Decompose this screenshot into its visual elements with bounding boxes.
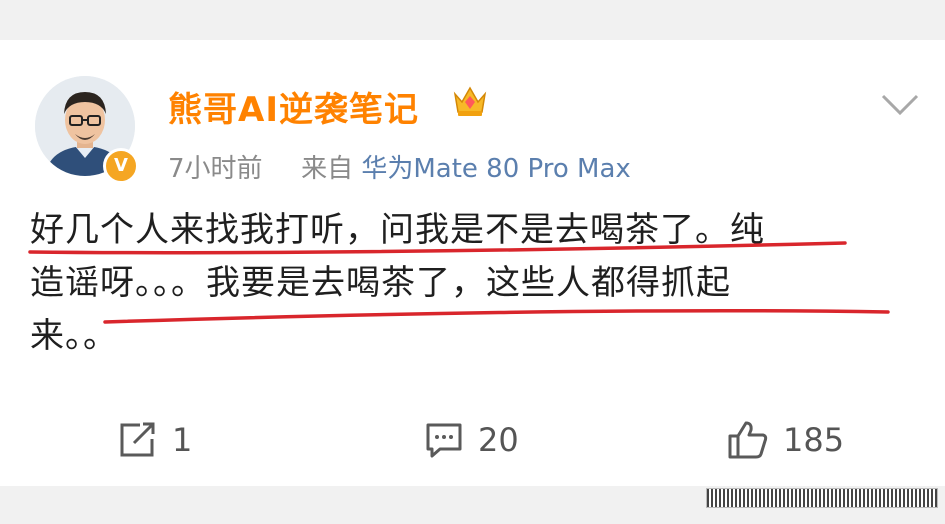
like-count: 185	[783, 421, 845, 459]
repost-icon	[120, 422, 155, 457]
username[interactable]: 熊哥AI逆袭笔记	[168, 82, 419, 131]
top-spacer	[0, 0, 945, 40]
repost-count: 1	[172, 421, 193, 459]
like-button[interactable]: 185	[727, 420, 844, 460]
repost-button[interactable]: 1	[118, 420, 192, 460]
post-time: 7小时前	[168, 154, 263, 184]
device-link[interactable]: 华为Mate 80 Pro Max	[361, 154, 630, 184]
watermark-scrollbar	[706, 488, 938, 508]
post-card: V 熊哥AI逆袭笔记 7小时前 来自 华为Mate 80 Pro Max 好几个…	[0, 40, 945, 486]
post-text-line: 来。。	[30, 316, 118, 356]
chevron-down-icon[interactable]	[880, 92, 920, 118]
post-meta: 7小时前 来自 华为Mate 80 Pro Max	[168, 148, 631, 185]
post-text-line: 好几个人来找我打听，问我是不是去喝茶了。纯	[30, 210, 765, 250]
comment-icon	[426, 423, 462, 458]
post-text-line: 造谣呀。。。我要是去喝茶了，这些人都得抓起	[30, 263, 731, 303]
post-text: 好几个人来找我打听，问我是不是去喝茶了。纯 造谣呀。。。我要是去喝茶了，这些人都…	[30, 204, 890, 363]
thumbs-up-icon	[728, 421, 768, 459]
source-prefix: 来自	[301, 154, 354, 184]
comment-button[interactable]: 20	[424, 420, 519, 460]
comment-count: 20	[478, 421, 519, 459]
verified-badge-icon: V	[103, 148, 139, 184]
crown-icon	[453, 86, 487, 116]
